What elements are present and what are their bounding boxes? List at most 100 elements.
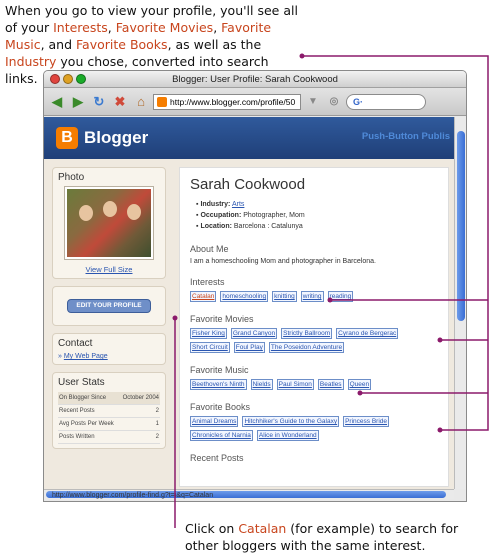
caption-highlight-industry: Industry [5,54,57,69]
stat-label: Avg Posts Per Week [59,421,114,427]
interests-list: Catalan homeschooling knitting writing r… [190,291,438,302]
location-value: Barcelona : Catalunya [233,223,303,230]
stats-row: Recent Posts 2 [58,405,160,418]
industry-line: ▪ Industry: Arts [196,201,245,208]
interest-link-catalan[interactable]: Catalan [190,291,217,302]
edit-profile-button[interactable]: EDIT YOUR PROFILE [67,299,151,313]
child-face [127,204,141,220]
profile-photo[interactable] [65,187,153,259]
minimize-window-button[interactable] [63,74,73,84]
dropdown-arrow-icon[interactable]: ▼ [304,93,322,111]
blogger-favicon-icon [157,96,167,107]
books-heading: Favorite Books [190,402,251,412]
stop-icon[interactable]: ✖ [111,93,129,111]
caption-text: , as well as the [167,37,262,52]
browser-window: Blogger: User Profile: Sarah Cookwood ◀ … [43,70,467,502]
stat-value: October 2004 [122,395,159,401]
stat-value: 2 [155,434,159,440]
about-text: I am a homeschooling Mom and photographe… [190,258,376,265]
my-web-page-label[interactable]: My Web Page [64,353,108,360]
interest-link[interactable]: reading [327,291,354,302]
caption-highlight-movies: Favorite Movies [115,20,214,35]
view-full-size-link[interactable]: View Full Size [58,265,160,274]
profile-content: Sarah Cookwood ▪ Industry: Arts ▪ Occupa… [179,167,449,487]
stats-row: Posts Written 2 [58,431,160,444]
interest-link[interactable]: homeschooling [220,291,269,302]
reload-icon[interactable]: ↻ [90,93,108,111]
window-title: Blogger: User Profile: Sarah Cookwood [172,74,338,85]
music-link[interactable]: Paul Simon [276,379,314,390]
caption-highlight-books: Favorite Books [76,37,168,52]
occupation-label: Occupation: [200,212,242,219]
caption-text: , [107,20,116,35]
photo-box: Photo View Full Size [52,167,166,279]
child-face [103,201,117,217]
title-bar: Blogger: User Profile: Sarah Cookwood [44,71,466,88]
music-link[interactable]: Beethoven's Ninth [190,379,247,390]
caption-highlight-catalan: Catalan [238,521,287,536]
browser-toolbar: ◀ ▶ ↻ ✖ ⌂ http://www.blogger.com/profile… [44,88,466,116]
about-heading: About Me [190,244,229,254]
stat-label: Recent Posts [59,408,95,414]
header-tagline: Push-Button Publis [361,131,450,142]
movie-link[interactable]: Short Circuit [190,342,230,353]
book-link[interactable]: Animal Dreams [190,416,239,427]
caption-text: , and [40,37,77,52]
stat-label: On Blogger Since [59,395,107,401]
industry-link[interactable]: Arts [232,201,244,208]
music-link[interactable]: Beatles [317,379,344,390]
books-list: Animal Dreams Hitchhiker's Guide to the … [190,416,438,441]
music-link[interactable]: Queen [347,379,372,390]
interest-link[interactable]: writing [300,291,324,302]
forward-arrow-icon[interactable]: ▶ [69,93,87,111]
my-web-page-link[interactable]: » My Web Page [58,353,160,360]
caption-text: Click on [185,521,239,536]
profile-name: Sarah Cookwood [190,176,306,193]
stat-label: Posts Written [59,434,95,440]
caption-highlight-interests: Interests [53,20,108,35]
movie-link[interactable]: Fisher King [190,328,227,339]
movie-link[interactable]: Foul Play [233,342,265,353]
back-arrow-icon[interactable]: ◀ [48,93,66,111]
scroll-thumb[interactable] [457,131,465,321]
movies-list: Fisher King Grand Canyon Strictly Ballro… [190,328,438,353]
home-icon[interactable]: ⌂ [132,93,150,111]
profile-sidebar: Photo View Full Size EDIT YOUR PROFILE C… [52,167,166,456]
close-window-button[interactable] [50,74,60,84]
interest-link[interactable]: knitting [272,291,297,302]
stat-value: 1 [155,421,159,427]
stats-row: Avg Posts Per Week 1 [58,418,160,431]
industry-label: Industry: [200,201,231,208]
refresh-circle-icon[interactable]: ◎ [325,93,343,111]
movie-link[interactable]: Grand Canyon [230,328,278,339]
book-link[interactable]: Chronicles of Narnia [190,430,253,441]
stat-value: 2 [155,408,159,414]
google-search-field[interactable]: G· [346,93,426,110]
book-link[interactable]: Hitchhiker's Guide to the Galaxy [242,416,340,427]
contact-title: Contact [58,338,93,349]
movie-link[interactable]: The Poseidon Adventure [268,342,345,353]
interests-heading: Interests [190,277,225,287]
movie-link[interactable]: Cyrano de Bergerac [336,328,399,339]
book-link[interactable]: Princess Bride [343,416,389,427]
occupation-value: Photographer, Mom [243,212,305,219]
user-stats-box: User Stats On Blogger Since October 2004 … [52,372,166,449]
music-list: Beethoven's Ninth Nields Paul Simon Beat… [190,379,438,390]
edit-profile-box: EDIT YOUR PROFILE [52,286,166,326]
location-label: Location: [200,223,232,230]
child-face [79,205,93,221]
address-bar[interactable]: http://www.blogger.com/profile/50 [153,93,301,110]
caption-text: , [213,20,222,35]
blogger-brand[interactable]: Blogger [84,128,148,148]
blogger-logo-icon[interactable]: B [56,127,78,149]
movie-link[interactable]: Strictly Ballroom [281,328,333,339]
recent-posts-heading: Recent Posts [190,453,244,463]
bottom-caption: Click on Catalan (for example) to search… [185,520,485,554]
music-link[interactable]: Nields [250,379,273,390]
stats-row: On Blogger Since October 2004 [58,392,160,405]
status-bar-url: http://www.blogger.com/profile-find.g?t=… [52,492,214,499]
vertical-scrollbar[interactable] [454,117,466,489]
book-link[interactable]: Alice in Wonderland [256,430,319,441]
address-text: http://www.blogger.com/profile/50 [170,96,296,107]
zoom-window-button[interactable] [76,74,86,84]
